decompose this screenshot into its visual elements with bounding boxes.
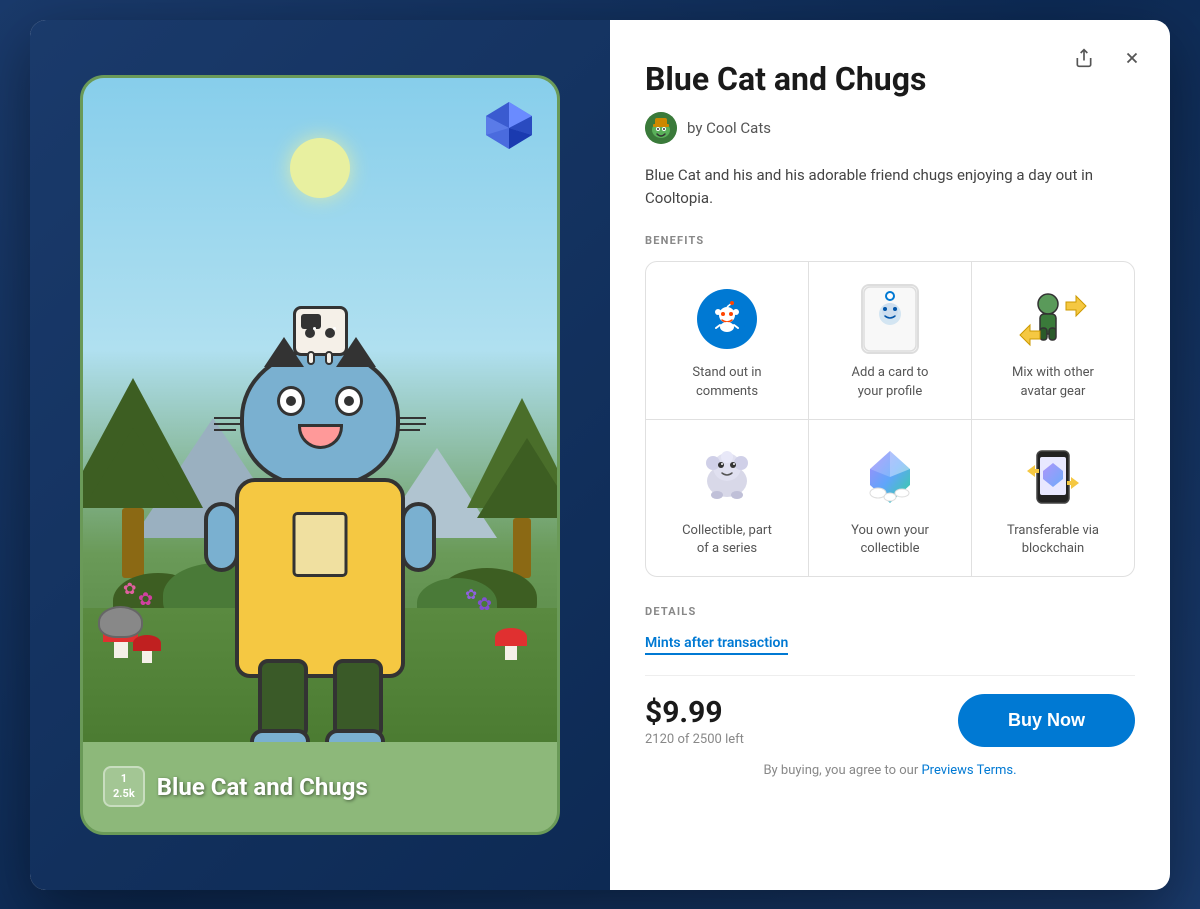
share-button[interactable] bbox=[1066, 40, 1102, 76]
cat-face bbox=[277, 386, 363, 449]
left-panel: ✿ ✿ ✿ ✿ bbox=[30, 20, 610, 890]
cat-head bbox=[240, 348, 400, 488]
blockchain-icon bbox=[1018, 442, 1088, 512]
stand-out-icon bbox=[692, 284, 762, 354]
mints-badge[interactable]: Mints after transaction bbox=[645, 635, 788, 655]
badge-top-number: 1 bbox=[113, 772, 135, 786]
benefit-own-collectible: You own yourcollectible bbox=[809, 420, 972, 576]
creator-row: by Cool Cats bbox=[645, 112, 1135, 144]
cat-whiskers-right bbox=[398, 417, 426, 431]
benefits-section-label: BENEFITS bbox=[645, 234, 1135, 247]
sun bbox=[290, 138, 350, 198]
character bbox=[235, 306, 405, 678]
cat-arm-right bbox=[401, 502, 436, 572]
own-collectible-icon bbox=[855, 442, 925, 512]
buy-now-button[interactable]: Buy Now bbox=[958, 694, 1135, 747]
cat-arm-left bbox=[204, 502, 239, 572]
details-section: DETAILS Mints after transaction bbox=[645, 605, 1135, 655]
product-title: Blue Cat and Chugs bbox=[645, 60, 1135, 98]
modal: ✿ ✿ ✿ ✿ bbox=[30, 20, 1170, 890]
flower-right: ✿ bbox=[465, 587, 477, 603]
price-info: $9.99 2120 of 2500 left bbox=[645, 695, 744, 747]
benefit-blockchain-label: Transferable viablockchain bbox=[1007, 522, 1099, 558]
benefit-stand-out: Stand out incomments bbox=[646, 262, 809, 418]
mushroom-left2 bbox=[133, 635, 161, 663]
badge-bottom-number: 2.5k bbox=[113, 787, 135, 801]
close-button[interactable] bbox=[1114, 40, 1150, 76]
flower-left2: ✿ bbox=[138, 589, 153, 610]
benefit-stand-out-label: Stand out incomments bbox=[692, 364, 761, 400]
cat-legs bbox=[255, 659, 385, 754]
collectible-series-icon bbox=[692, 442, 762, 512]
nft-gem-icon bbox=[482, 98, 537, 153]
benefit-own-collectible-label: You own yourcollectible bbox=[851, 522, 929, 558]
right-panel: Blue Cat and Chugs bbox=[610, 20, 1170, 890]
cat-mouth bbox=[298, 424, 343, 449]
benefit-mix-gear: Mix with otheravatar gear bbox=[972, 262, 1134, 418]
nft-card: ✿ ✿ ✿ ✿ bbox=[80, 75, 560, 835]
header-actions bbox=[1066, 40, 1150, 76]
terms-prefix: By buying, you agree to our bbox=[763, 763, 921, 778]
terms-link[interactable]: Previews Terms. bbox=[921, 763, 1016, 778]
rock bbox=[98, 606, 143, 638]
product-description: Blue Cat and his and his adorable friend… bbox=[645, 164, 1135, 211]
card-bottom-info: 1 2.5k Blue Cat and Chugs bbox=[83, 742, 557, 832]
card-badge: 1 2.5k bbox=[103, 766, 145, 807]
benefit-add-card-label: Add a card toyour profile bbox=[852, 364, 929, 400]
benefit-collectible-series: Collectible, partof a series bbox=[646, 420, 809, 576]
benefits-grid: Stand out incomments bbox=[645, 261, 1135, 577]
benefit-collectible-series-label: Collectible, partof a series bbox=[682, 522, 772, 558]
mix-gear-icon bbox=[1018, 284, 1088, 354]
benefit-add-card: Add a card toyour profile bbox=[809, 262, 972, 418]
mushroom-right bbox=[495, 628, 527, 660]
add-card-icon bbox=[855, 284, 925, 354]
card-title: Blue Cat and Chugs bbox=[157, 773, 368, 801]
shirt-pocket bbox=[293, 512, 348, 577]
flower-left: ✿ bbox=[123, 579, 136, 598]
cat-body bbox=[235, 478, 405, 678]
terms-text: By buying, you agree to our Previews Ter… bbox=[645, 755, 1135, 778]
benefit-blockchain: Transferable viablockchain bbox=[972, 420, 1134, 576]
card-scene: ✿ ✿ ✿ ✿ bbox=[83, 78, 557, 758]
chugs-character bbox=[293, 306, 348, 356]
flower-right2: ✿ bbox=[477, 594, 492, 615]
creator-avatar bbox=[645, 112, 677, 144]
stock-label: of 2500 left bbox=[677, 732, 743, 747]
benefits-row-1: Stand out incomments bbox=[646, 262, 1134, 419]
cat-whiskers-left bbox=[214, 417, 242, 431]
details-section-label: DETAILS bbox=[645, 605, 1135, 618]
benefits-row-2: Collectible, partof a series bbox=[646, 420, 1134, 576]
purchase-bar: $9.99 2120 of 2500 left Buy Now bbox=[645, 675, 1135, 755]
cat-eyes bbox=[277, 386, 363, 416]
creator-name: by Cool Cats bbox=[687, 119, 771, 137]
creator-name-text: Cool Cats bbox=[706, 119, 771, 137]
price-display: $9.99 bbox=[645, 695, 744, 730]
stock-current: 2120 bbox=[645, 732, 674, 747]
stock-info: 2120 of 2500 left bbox=[645, 732, 744, 747]
benefit-mix-gear-label: Mix with otheravatar gear bbox=[1012, 364, 1094, 400]
